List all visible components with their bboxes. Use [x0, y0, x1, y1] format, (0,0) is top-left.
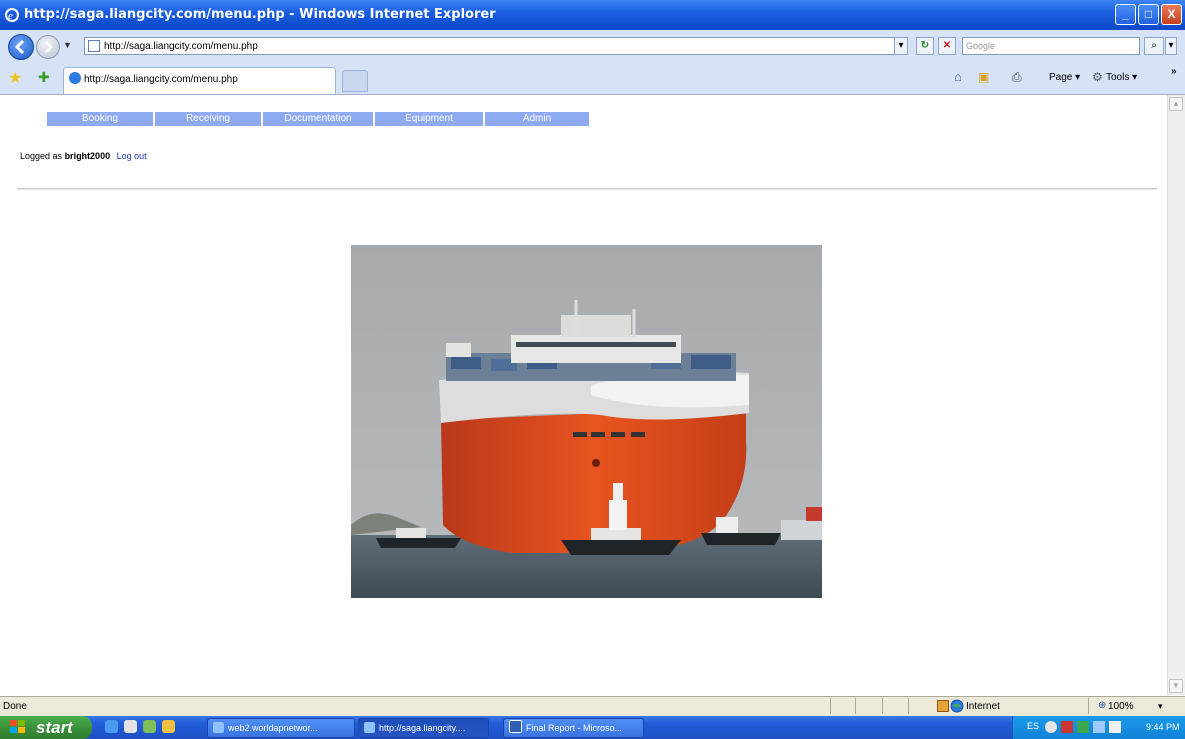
tray-icon[interactable] [1077, 721, 1089, 733]
login-username: bright2000 [64, 151, 111, 161]
language-icon[interactable]: ES [1027, 721, 1039, 733]
logout-link[interactable]: Log out [117, 151, 147, 161]
back-button[interactable] [8, 34, 34, 60]
taskbar-item-label: http://saga.liangcity.... [379, 723, 466, 733]
menu-admin[interactable]: Admin [485, 112, 589, 126]
taskbar-item[interactable]: Final Report - Microso... [503, 718, 644, 738]
scroll-down-icon[interactable]: ▼ [1169, 679, 1183, 693]
login-status: Logged as bright2000 Log out [20, 151, 147, 161]
vertical-scrollbar[interactable] [1167, 95, 1185, 695]
ie-logo-icon: e [5, 8, 19, 22]
login-prefix: Logged as [20, 151, 63, 161]
status-divider [908, 698, 909, 714]
refresh-icon[interactable]: ↻ [916, 37, 934, 55]
close-button[interactable]: X [1161, 4, 1182, 25]
tray-icon[interactable] [1061, 721, 1073, 733]
zoom-icon: ⊕ [1098, 700, 1107, 711]
taskbar-item-active[interactable]: http://saga.liangcity.... [358, 718, 489, 738]
new-tab-button[interactable] [342, 70, 368, 92]
minimize-button[interactable]: _ [1115, 4, 1136, 25]
status-bar [0, 696, 1185, 716]
print-icon[interactable]: ⎙ [1012, 70, 1022, 85]
start-label[interactable]: start [36, 718, 73, 738]
add-favorite-icon[interactable]: ✚ [38, 69, 50, 86]
status-divider [830, 698, 831, 714]
maximize-button[interactable]: □ [1138, 4, 1159, 25]
network-icon[interactable] [1093, 721, 1105, 733]
page-menu[interactable]: Page ▾ [1049, 72, 1080, 83]
quicklaunch-icon[interactable] [162, 720, 175, 733]
address-dropdown-icon[interactable]: ▾ [894, 37, 908, 55]
ie-icon [364, 722, 375, 733]
status-text: Done [3, 701, 27, 712]
page-icon [88, 40, 100, 52]
recent-pages-dropdown-icon[interactable]: ▼ [63, 40, 72, 50]
feeds-icon[interactable]: ▣ [978, 70, 989, 84]
menu-booking[interactable]: Booking [47, 112, 153, 126]
menu-receiving[interactable]: Receiving [155, 112, 261, 126]
search-icon[interactable]: ⌕ [1144, 37, 1164, 55]
zoom-level[interactable]: 100% [1108, 701, 1134, 712]
status-divider [855, 698, 856, 714]
stop-icon[interactable]: ✕ [938, 37, 956, 55]
taskbar-item-label: web2.worldapnetwor... [228, 723, 318, 733]
internet-globe-icon [950, 699, 964, 713]
ie-quicklaunch-icon[interactable] [105, 720, 118, 733]
word-icon [509, 720, 522, 733]
search-placeholder: Google [966, 41, 996, 51]
zoom-dropdown-icon[interactable]: ▾ [1158, 701, 1163, 712]
menu-equipment[interactable]: Equipment [375, 112, 483, 126]
clock[interactable]: 9:44 PM [1146, 722, 1180, 732]
address-url[interactable]: http://saga.liangcity.com/menu.php [104, 41, 258, 52]
protected-mode-icon [937, 700, 949, 712]
page-menu-label: Page [1049, 72, 1073, 83]
main-menu: Booking Receiving Documentation Equipmen… [47, 112, 589, 126]
taskbar-item[interactable]: web2.worldapnetwor... [207, 718, 355, 738]
menu-documentation[interactable]: Documentation [263, 112, 373, 126]
favorites-star-icon[interactable]: ★ [8, 68, 22, 88]
status-divider [1088, 698, 1089, 714]
forward-button[interactable] [36, 35, 60, 59]
ie-icon [213, 722, 224, 733]
taskbar-item-label: Final Report - Microso... [526, 723, 623, 733]
status-divider [882, 698, 883, 714]
divider [17, 188, 1157, 190]
search-options-icon[interactable]: ▾ [1165, 37, 1177, 55]
home-icon[interactable]: ⌂ [954, 69, 962, 84]
arrow-left-icon [14, 39, 25, 55]
security-zone[interactable]: Internet [966, 701, 1000, 712]
windows-logo-icon [10, 720, 25, 733]
tab-label[interactable]: http://saga.liangcity.com/menu.php [84, 74, 238, 85]
tools-menu[interactable]: Tools ▾ [1106, 72, 1137, 83]
toolbar-overflow-icon[interactable]: » [1171, 66, 1177, 77]
svg-text:e: e [8, 10, 13, 22]
ship-photo [351, 245, 822, 598]
quicklaunch-icon[interactable] [124, 720, 137, 733]
volume-icon[interactable] [1109, 721, 1121, 733]
scroll-up-icon[interactable]: ▲ [1169, 97, 1183, 111]
tab-ie-icon [69, 72, 81, 84]
quicklaunch-icon[interactable] [143, 720, 156, 733]
tools-gear-icon: ⚙ [1092, 70, 1103, 84]
tools-menu-label: Tools [1106, 72, 1130, 83]
window-title: http://saga.liangcity.com/menu.php - Win… [24, 7, 496, 22]
tray-icon[interactable] [1045, 721, 1057, 733]
arrow-right-icon [45, 41, 53, 53]
